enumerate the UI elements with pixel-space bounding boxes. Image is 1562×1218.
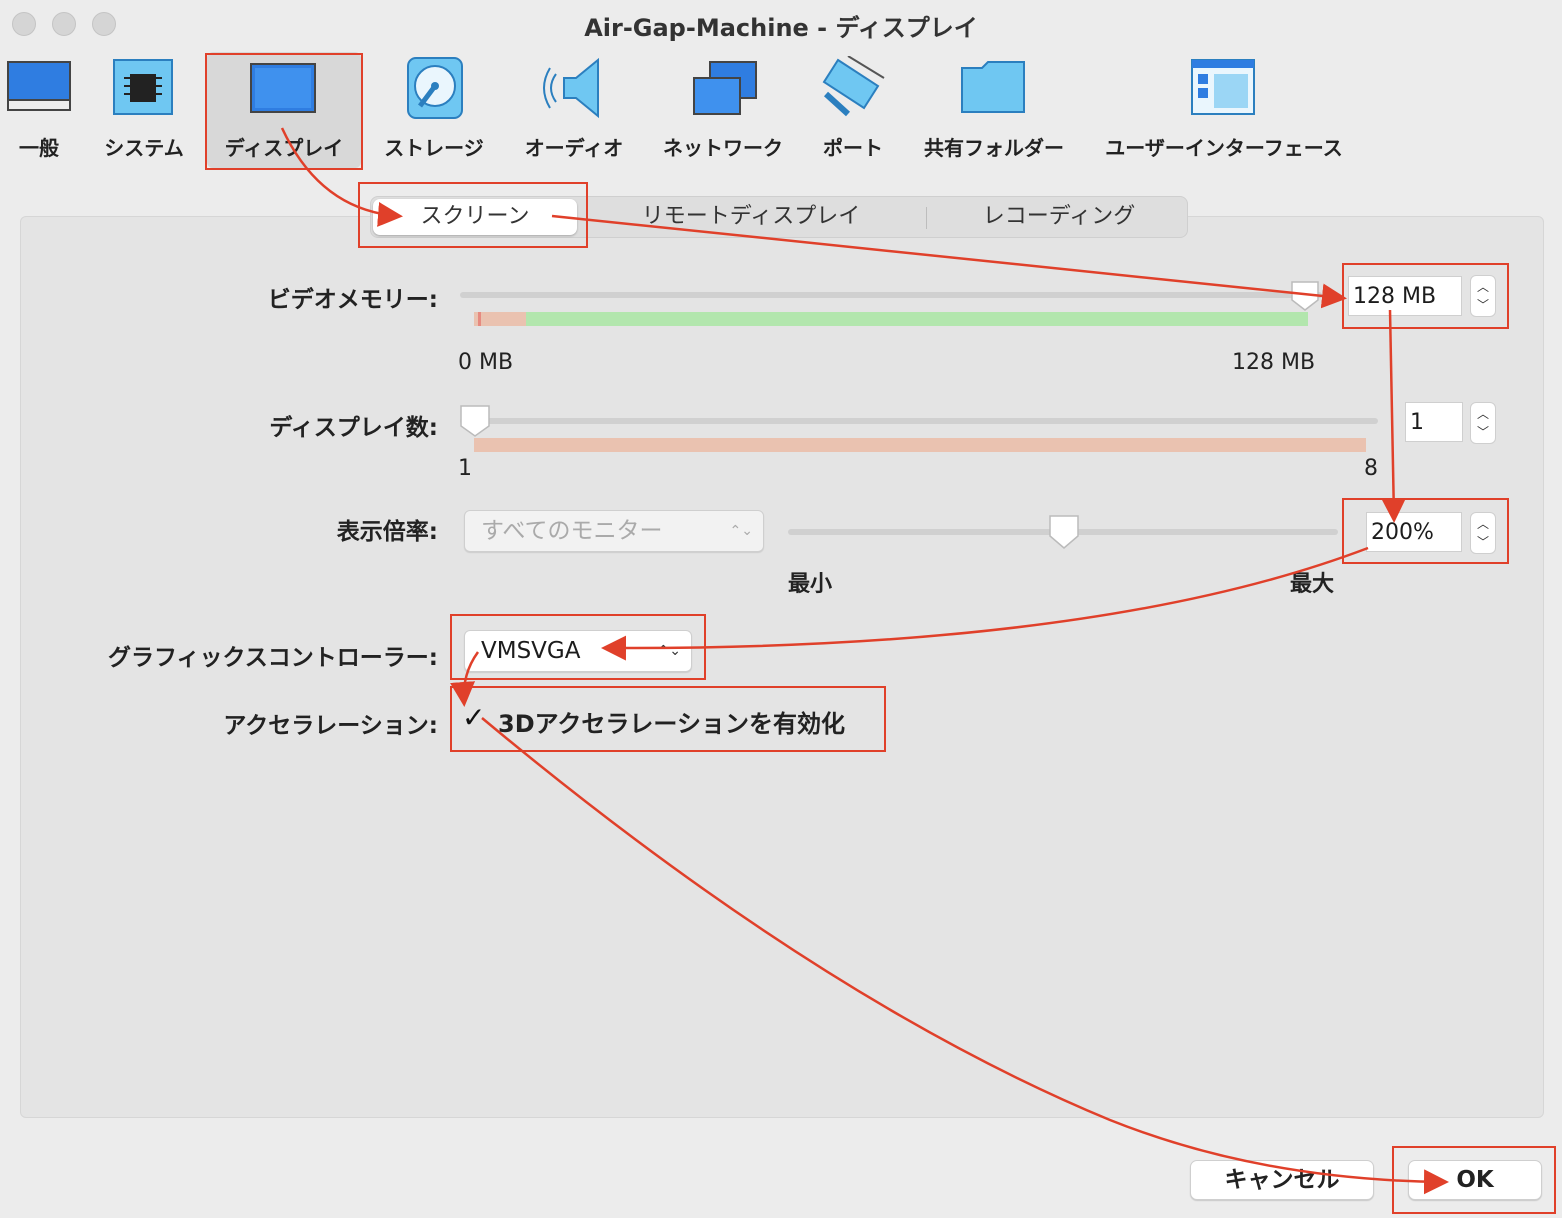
display-count-warn-range xyxy=(474,438,1366,452)
monitor-select: すべてのモニター ⌃⌄ xyxy=(464,510,764,552)
video-memory-good-range xyxy=(526,312,1308,326)
annotation-box-graphics-controller xyxy=(450,614,706,680)
graphics-controller-label: グラフィックスコントローラー: xyxy=(107,645,438,671)
scale-label: 表示倍率: xyxy=(336,519,438,545)
annotation-box-screen-tab xyxy=(358,182,588,248)
toolbar-item-shared-folders[interactable]: 共有フォルダー xyxy=(918,52,1070,168)
toolbar-item-network[interactable]: ネットワーク xyxy=(656,52,790,168)
chip-icon xyxy=(113,59,173,115)
disk-icon xyxy=(407,57,463,119)
display-count-max-label: 8 xyxy=(1364,456,1378,481)
toolbar-item-storage[interactable]: ストレージ xyxy=(372,52,496,168)
tab-recording[interactable]: レコーディング xyxy=(931,197,1187,237)
toolbar-item-ports[interactable]: ポート xyxy=(806,52,900,168)
scale-min-label: 最小 xyxy=(788,572,833,597)
annotation-box-display xyxy=(205,53,363,170)
speaker-icon xyxy=(543,57,599,119)
chevron-up-icon[interactable]: ︿ xyxy=(1471,405,1495,423)
annotation-box-3d-acceleration xyxy=(450,686,886,752)
annotation-box-ok xyxy=(1392,1146,1556,1214)
toolbar-item-system[interactable]: システム xyxy=(96,52,192,168)
cancel-button[interactable]: キャンセル xyxy=(1190,1160,1374,1200)
tab-separator xyxy=(926,207,927,229)
scale-max-label: 最大 xyxy=(1290,572,1335,597)
ui-window-icon xyxy=(1191,59,1255,115)
annotation-box-scale xyxy=(1342,498,1509,564)
video-memory-min-marker xyxy=(478,312,481,326)
port-icon xyxy=(822,56,885,117)
updown-chevron-icon: ⌃⌄ xyxy=(729,523,753,539)
toolbar-item-audio[interactable]: オーディオ xyxy=(512,52,636,168)
tab-remote-display[interactable]: リモートディスプレイ xyxy=(601,197,901,237)
display-count-stepper[interactable]: ︿ ﹀ xyxy=(1470,402,1496,444)
general-monitor-icon xyxy=(7,61,71,111)
video-memory-slider-thumb[interactable] xyxy=(1290,280,1320,312)
display-count-label: ディスプレイ数: xyxy=(269,415,438,441)
video-memory-max-label: 128 MB xyxy=(1232,350,1316,375)
network-icon xyxy=(693,61,757,115)
video-memory-min-label: 0 MB xyxy=(458,350,514,375)
annotation-box-video-memory xyxy=(1342,263,1509,329)
folder-icon xyxy=(961,61,1025,113)
display-count-input[interactable]: 1 xyxy=(1405,402,1463,442)
display-count-min-label: 1 xyxy=(458,456,472,481)
monitor-select-value: すべてのモニター xyxy=(481,518,663,544)
window-title: Air-Gap-Machine - ディスプレイ xyxy=(584,14,978,42)
acceleration-label: アクセラレーション: xyxy=(223,713,438,739)
video-memory-slider[interactable] xyxy=(460,292,1322,298)
video-memory-label: ビデオメモリー: xyxy=(267,287,438,313)
toolbar-item-user-interface[interactable]: ユーザーインターフェース xyxy=(1098,52,1350,168)
display-count-slider-thumb[interactable] xyxy=(459,404,491,438)
video-memory-warn-range xyxy=(474,312,526,326)
title-bar: Air-Gap-Machine - ディスプレイ xyxy=(0,0,1562,48)
toolbar-item-general[interactable]: 一般 xyxy=(0,52,78,168)
display-count-slider[interactable] xyxy=(460,418,1378,424)
chevron-down-icon[interactable]: ﹀ xyxy=(1471,423,1495,441)
scale-slider-thumb[interactable] xyxy=(1048,514,1080,550)
